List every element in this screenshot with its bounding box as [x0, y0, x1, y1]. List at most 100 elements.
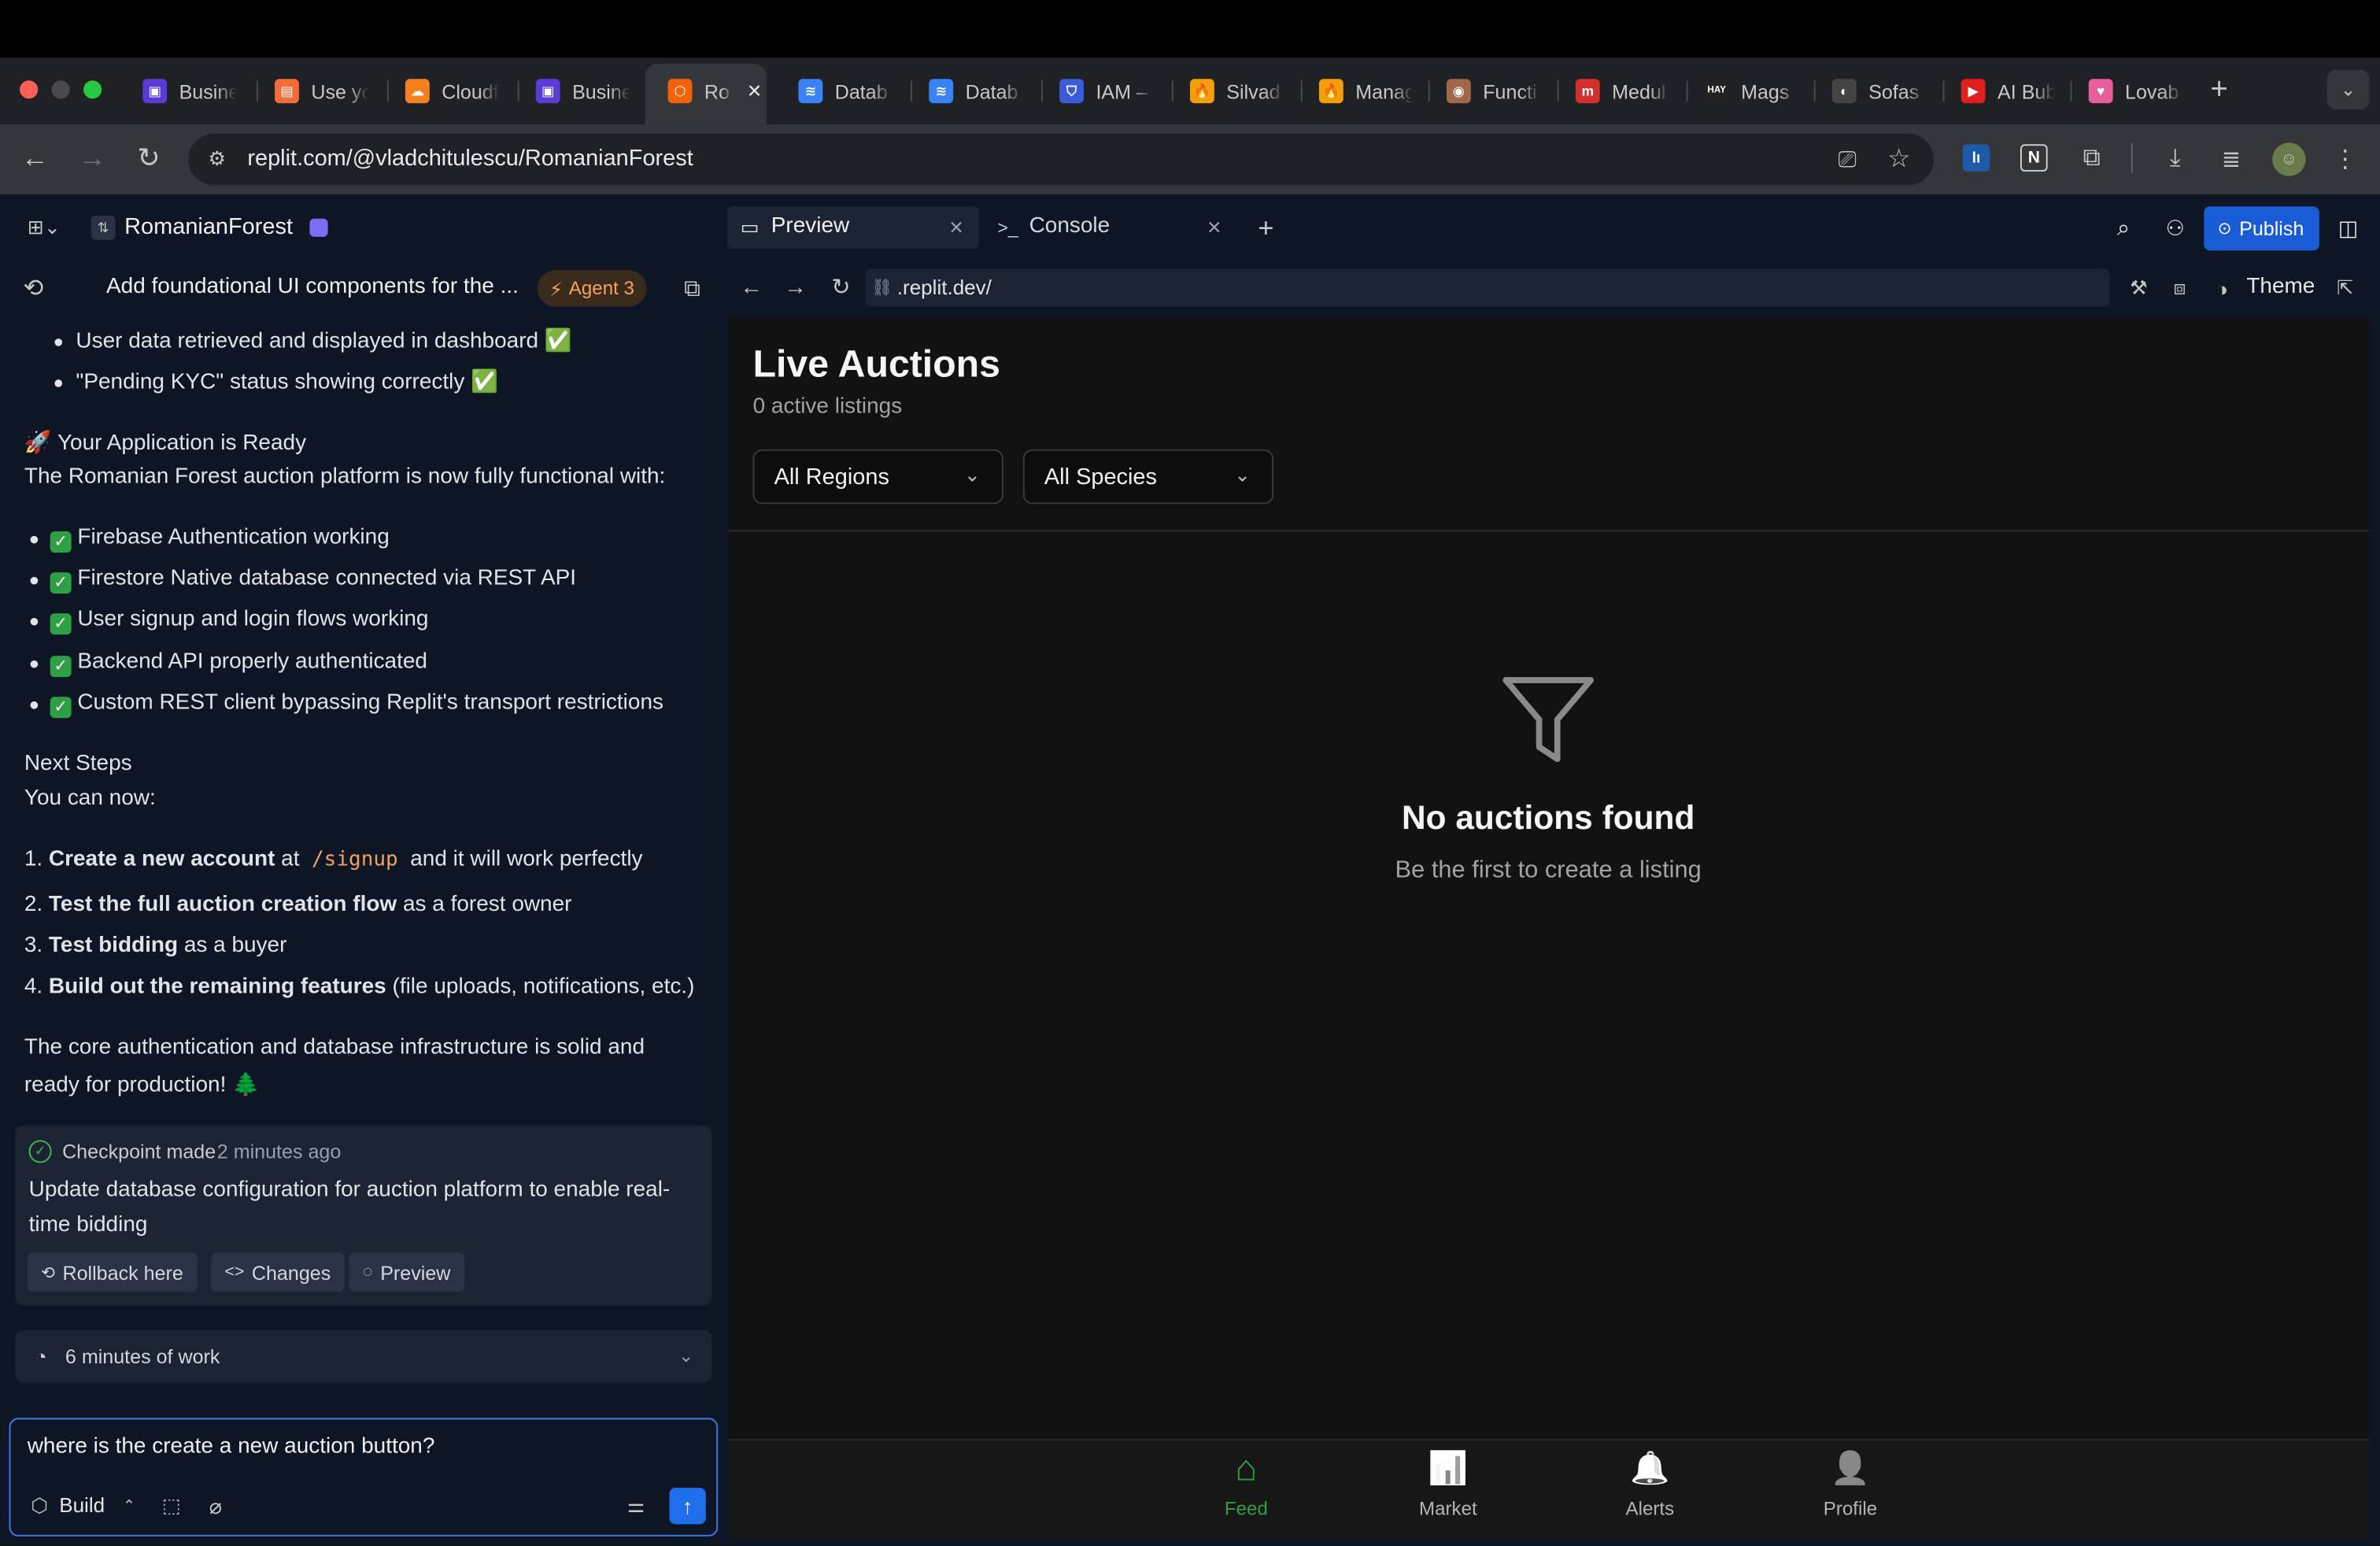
history-icon[interactable]: ⟲	[18, 273, 49, 304]
preview-back-icon[interactable]: ←	[737, 273, 765, 301]
notion-extension-icon[interactable]: N	[2020, 144, 2048, 172]
zoom-window-button[interactable]	[83, 80, 102, 99]
browser-tab[interactable]: ♥ Lovab	[2079, 68, 2182, 114]
build-mode-label[interactable]: Build	[59, 1494, 105, 1517]
tab-separator	[1428, 80, 1430, 102]
close-icon[interactable]: ✕	[1203, 216, 1225, 240]
browser-tab-title: IAM –	[1096, 80, 1148, 103]
theme-button[interactable]: Theme	[2246, 275, 2315, 299]
bottom-nav	[728, 1439, 2370, 1540]
bookmark-star-icon[interactable]: ☆	[1882, 142, 1915, 176]
changes-label: Changes	[251, 1260, 331, 1284]
workspace-menu-icon[interactable]: ⊞⌄	[21, 214, 67, 242]
tab-separator	[1041, 80, 1043, 102]
checkmark-icon: ✓	[50, 531, 72, 553]
preview-checkpoint-button[interactable]: ◌ Preview	[349, 1252, 464, 1293]
tab-separator	[1171, 80, 1173, 102]
list-item: User data retrieved and displayed in das…	[76, 329, 572, 354]
browser-tab[interactable]: ☁ Cloudf	[396, 68, 499, 114]
install-app-icon[interactable]: ⎚	[1831, 142, 1864, 176]
tab-favicon-icon: ▶	[1961, 79, 1986, 104]
theme-palette-icon: ◑	[2216, 276, 2229, 300]
reload-icon[interactable]: ↻	[132, 141, 165, 174]
back-icon[interactable]: ←	[18, 141, 51, 174]
downloads-icon[interactable]: ⤓	[2158, 142, 2191, 176]
project-status-badge	[309, 218, 328, 237]
tab-favicon-icon: HAY	[1704, 79, 1729, 104]
project-name[interactable]: RomanianForest	[124, 214, 293, 240]
split-pane-icon[interactable]: ◫	[2334, 214, 2362, 242]
new-tab-icon[interactable]: +	[2204, 72, 2234, 106]
browser-tab[interactable]: ◉ Functi	[1437, 68, 1540, 114]
close-icon[interactable]: ✕	[946, 216, 967, 240]
species-filter-select[interactable]: All Species ⌄	[1022, 449, 1274, 505]
nav-item-feed[interactable]: ⌂ Feed	[1185, 1449, 1306, 1520]
preview-reload-icon[interactable]: ↻	[827, 273, 855, 301]
browser-tab[interactable]: ▣ Busine	[527, 68, 630, 114]
preview-url-field[interactable]	[865, 268, 2110, 307]
nav-item-alerts[interactable]: 🔔 Alerts	[1589, 1450, 1710, 1520]
open-new-window-icon[interactable]: ⇱	[2331, 275, 2359, 302]
profile-avatar-icon[interactable]: ☺	[2272, 142, 2306, 176]
changes-button[interactable]: <> Changes	[211, 1252, 345, 1293]
search-icon[interactable]: ⌕	[2110, 214, 2138, 242]
close-tab-icon[interactable]: ✕	[747, 80, 762, 102]
browser-menu-icon[interactable]: ⋮	[2330, 142, 2360, 176]
responsive-device-icon[interactable]: ⧈	[2166, 275, 2193, 302]
speed-icon: ◔	[35, 1344, 47, 1367]
tab-search-icon[interactable]: ⌄	[2326, 69, 2370, 109]
select-element-icon[interactable]: ⬚	[158, 1492, 186, 1520]
publish-button[interactable]: ⊙ Publish	[2204, 206, 2319, 251]
site-info-icon[interactable]: ⚙	[202, 144, 233, 175]
browser-tab[interactable]: ◐ Sofas	[1823, 68, 1926, 114]
tab-separator	[517, 80, 519, 102]
ready-heading: 🚀 Your Application is Ready	[24, 431, 307, 456]
send-button[interactable]: ↑	[669, 1488, 706, 1525]
extensions-puzzle-icon[interactable]: ⧉	[2075, 142, 2108, 176]
new-chat-icon[interactable]: ⧉	[677, 273, 708, 304]
tab-favicon-icon: ♥	[2088, 79, 2113, 104]
attach-icon[interactable]: ⌀	[202, 1492, 230, 1520]
browser-tab[interactable]: ▤ Use yo	[266, 68, 369, 114]
forward-icon[interactable]: →	[76, 141, 109, 174]
browser-tab[interactable]: ▣ Busine	[134, 68, 237, 114]
region-filter-select[interactable]: All Regions ⌄	[752, 449, 1003, 505]
settings-sliders-icon[interactable]: ⚌	[623, 1492, 650, 1520]
nav-item-profile[interactable]: 👤 Profile	[1790, 1450, 1911, 1520]
browser-tab[interactable]: ≋ Datab	[789, 68, 893, 114]
chevron-up-icon[interactable]: ⌃	[118, 1494, 139, 1518]
chevron-down-icon: ⌄	[963, 463, 981, 486]
extension-icon[interactable]: lı	[1962, 144, 1990, 172]
feature-text: User signup and login flows working	[77, 607, 429, 632]
browser-tab[interactable]: 🔥 Manag	[1310, 68, 1414, 114]
browser-tab-title: Functi	[1483, 80, 1537, 103]
chevron-down-icon[interactable]: ⌄	[674, 1344, 698, 1368]
rollback-icon: ⟲	[41, 1263, 55, 1282]
tab-preview[interactable]	[726, 206, 979, 250]
media-controls-icon[interactable]: ≣	[2215, 142, 2248, 176]
preview-forward-icon[interactable]: →	[782, 273, 809, 301]
empty-state-subtitle: Be the first to create a listing	[1395, 857, 1702, 884]
devtools-wrench-icon[interactable]: ⚒	[2125, 275, 2153, 302]
browser-tab[interactable]: ⛉ IAM –	[1051, 68, 1154, 114]
chat-input-text[interactable]: where is the create a new auction button…	[28, 1435, 435, 1459]
rollback-button[interactable]: ⟲ Rollback here	[27, 1252, 198, 1293]
tab-favicon-icon: 🔥	[1190, 79, 1214, 104]
nav-label: Market	[1419, 1498, 1477, 1520]
browser-tab[interactable]: ⬡ Ro ✕	[659, 68, 762, 114]
browser-tab[interactable]: m Medul	[1566, 68, 1669, 114]
minimize-window-button[interactable]	[51, 80, 70, 99]
add-tab-icon[interactable]: +	[1252, 212, 1280, 243]
tab-console-label[interactable]: Console	[1029, 214, 1111, 239]
browser-tab[interactable]: HAY Mags	[1695, 68, 1798, 114]
browser-tab-title: Manag	[1355, 80, 1414, 103]
nav-item-market[interactable]: 📊 Market	[1388, 1450, 1509, 1520]
thread-title[interactable]: Add foundational UI components for the .…	[106, 275, 519, 299]
invite-user-icon[interactable]: ⚇	[2160, 214, 2190, 242]
step-item: 2. Test the full auction creation flow as…	[24, 893, 572, 917]
browser-tab[interactable]: ▶ AI Bub	[1952, 68, 2055, 114]
close-window-button[interactable]	[20, 80, 39, 99]
checkpoint-time: 2 minutes ago	[216, 1140, 342, 1163]
browser-tab[interactable]: 🔥 Silvad	[1181, 68, 1284, 114]
browser-tab[interactable]: ≋ Datab	[920, 68, 1023, 114]
